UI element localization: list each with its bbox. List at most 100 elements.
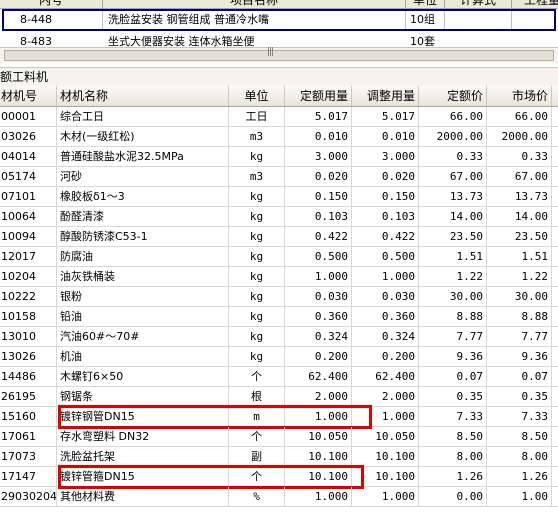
adjusted-qty-cell[interactable]: 1.000 (352, 407, 419, 426)
table-row[interactable]: 10222 银粉 kg 0.030 0.030 30.00 30.00 (0, 287, 558, 307)
market-price-cell[interactable]: 1.22 (487, 267, 552, 286)
market-price-cell[interactable]: 0.07 (487, 367, 552, 386)
market-price-cell[interactable]: 23.50 (487, 227, 552, 246)
col-header-unit[interactable]: 单位 (406, 0, 444, 8)
market-price-cell[interactable]: 8.00 (487, 447, 552, 466)
adjusted-qty-cell[interactable]: 1.000 (352, 267, 419, 286)
quota-qty-cell[interactable]: 1.000 (285, 487, 352, 506)
material-code-cell[interactable]: 14486 (0, 367, 57, 386)
material-unit-cell[interactable]: kg (229, 207, 285, 226)
table-row[interactable]: 12017 防腐油 kg 0.500 0.500 1.51 1.51 (0, 247, 558, 267)
material-name-cell[interactable]: 橡胶板δ1～3 (57, 187, 229, 206)
adjusted-qty-cell[interactable]: 62.400 (352, 367, 419, 386)
quota-qty-cell[interactable]: 0.200 (285, 347, 352, 366)
scrollbar-thumb[interactable]: ||| (4, 47, 554, 61)
material-unit-cell[interactable]: kg (229, 147, 285, 166)
material-code-cell[interactable]: 17073 (0, 447, 57, 466)
material-name-cell[interactable]: 其他材料费 (57, 487, 229, 506)
table-row[interactable]: 00001 综合工日 工日 5.017 5.017 66.00 66.00 (0, 107, 558, 127)
material-name-cell[interactable]: 防腐油 (57, 247, 229, 266)
material-unit-cell[interactable]: kg (229, 227, 285, 246)
item-row-selected[interactable]: 8-448 洗脸盆安装 钢管组成 普通冷水嘴 10组 (2, 9, 556, 31)
quota-price-cell[interactable]: 23.50 (419, 227, 487, 246)
quota-price-cell[interactable]: 13.73 (419, 187, 487, 206)
adjusted-qty-cell[interactable]: 0.020 (352, 167, 419, 186)
quota-price-cell[interactable]: 0.07 (419, 367, 487, 386)
adjusted-qty-cell[interactable]: 5.017 (352, 107, 419, 126)
quota-qty-cell[interactable]: 0.422 (285, 227, 352, 246)
material-unit-cell[interactable]: 副 (229, 447, 285, 466)
material-code-cell[interactable]: 07101 (0, 187, 57, 206)
quota-price-cell[interactable]: 14.00 (419, 207, 487, 226)
material-name-cell[interactable]: 镀锌管箍DN15 (57, 467, 229, 486)
market-price-cell[interactable]: 0.35 (487, 387, 552, 406)
quota-qty-cell[interactable]: 0.500 (285, 247, 352, 266)
material-name-cell[interactable]: 综合工日 (57, 107, 229, 126)
quota-price-cell[interactable]: 67.00 (419, 167, 487, 186)
quota-qty-cell[interactable]: 1.000 (285, 267, 352, 286)
quota-qty-cell[interactable]: 0.010 (285, 127, 352, 146)
material-code-cell[interactable]: 10222 (0, 287, 57, 306)
quota-price-cell[interactable]: 30.00 (419, 287, 487, 306)
col-header-quota-qty[interactable]: 定额用量 (285, 86, 352, 106)
material-unit-cell[interactable]: 根 (229, 387, 285, 406)
material-unit-cell[interactable]: 个 (229, 467, 285, 486)
col-header-market-price[interactable]: 市场价 (487, 86, 552, 106)
material-name-cell[interactable]: 油灰铁桶装 (57, 267, 229, 286)
market-price-cell[interactable]: 7.77 (487, 327, 552, 346)
table-row[interactable]: 290302040其他材料费%1.0001.0000.001.00 (0, 487, 558, 507)
adjusted-qty-cell[interactable]: 0.030 (352, 287, 419, 306)
adjusted-qty-cell[interactable]: 0.103 (352, 207, 419, 226)
material-unit-cell[interactable]: kg (229, 307, 285, 326)
col-header-item-name[interactable]: 项目名称 (103, 0, 405, 8)
table-row[interactable]: 17061 存水弯塑料 DN32 个 10.050 10.050 8.50 8.50 (0, 427, 558, 447)
quota-price-cell[interactable]: 7.33 (419, 407, 487, 426)
market-price-cell[interactable]: 30.00 (487, 287, 552, 306)
material-name-cell[interactable]: 银粉 (57, 287, 229, 306)
material-name-cell[interactable]: 铅油 (57, 307, 229, 326)
adjusted-qty-cell[interactable]: 0.422 (352, 227, 419, 246)
material-name-cell[interactable]: 洗脸盆托架 (57, 447, 229, 466)
table-row[interactable]: 13026 机油 kg 0.200 0.200 9.36 9.36 (0, 347, 558, 367)
quota-qty-cell[interactable]: 2.000 (285, 387, 352, 406)
adjusted-qty-cell[interactable]: 10.050 (352, 427, 419, 446)
market-price-cell[interactable]: 8.88 (487, 307, 552, 326)
table-row[interactable]: 10204 油灰铁桶装 kg 1.000 1.000 1.22 1.22 (0, 267, 558, 287)
table-row[interactable]: 03026 木材(一级红松) m3 0.010 0.010 2000.00 2000.00 (0, 127, 558, 147)
material-unit-cell[interactable]: kg (229, 267, 285, 286)
quota-price-cell[interactable]: 0.33 (419, 147, 487, 166)
market-price-cell[interactable]: 66.00 (487, 107, 552, 126)
material-code-cell[interactable]: 10094 (0, 227, 57, 246)
material-code-cell[interactable]: 13010 (0, 327, 57, 346)
table-row[interactable]: 17073 洗脸盆托架副 10.100 10.100 8.00 8.00 (0, 447, 558, 467)
market-price-cell[interactable]: 2000.00 (487, 127, 552, 146)
material-code-cell[interactable]: 10064 (0, 207, 57, 226)
market-price-cell[interactable]: 7.33 (487, 407, 552, 426)
material-code-cell[interactable]: 26195 (0, 387, 57, 406)
material-name-cell[interactable]: 镀锌钢管DN15 (57, 407, 229, 426)
material-name-cell[interactable]: 河砂 (57, 167, 229, 186)
market-price-cell[interactable]: 9.36 (487, 347, 552, 366)
quota-price-cell[interactable]: 2000.00 (419, 127, 487, 146)
table-row[interactable]: 10094 醇酸防锈漆C53-1 kg 0.422 0.422 23.50 23.50 (0, 227, 558, 247)
col-header-unit[interactable]: 单位 (229, 86, 285, 106)
quota-qty-cell[interactable]: 3.000 (285, 147, 352, 166)
quota-price-cell[interactable]: 8.00 (419, 447, 487, 466)
quota-price-cell[interactable]: 7.77 (419, 327, 487, 346)
col-header-quota-price[interactable]: 定额价 (419, 86, 487, 106)
material-code-cell[interactable]: 290302040 (0, 487, 57, 506)
quota-price-cell[interactable]: 1.22 (419, 267, 487, 286)
col-header-code[interactable]: 材机号 (0, 86, 57, 106)
market-price-cell[interactable]: 13.73 (487, 187, 552, 206)
material-unit-cell[interactable]: kg (229, 327, 285, 346)
quota-price-cell[interactable]: 9.36 (419, 347, 487, 366)
market-price-cell[interactable]: 8.50 (487, 427, 552, 446)
item-row[interactable]: 8-483 坐式大便器安装 连体水箱坐便 10套 (2, 33, 556, 47)
material-unit-cell[interactable]: m3 (229, 127, 285, 146)
material-unit-cell[interactable]: 个 (229, 427, 285, 446)
adjusted-qty-cell[interactable]: 10.100 (352, 447, 419, 466)
material-name-cell[interactable]: 木螺钉6×50 (57, 367, 229, 386)
material-name-cell[interactable]: 机油 (57, 347, 229, 366)
table-row[interactable]: 07101 橡胶板δ1～3 kg 0.150 0.150 13.73 13.73 (0, 187, 558, 207)
material-name-cell[interactable]: 醇酸防锈漆C53-1 (57, 227, 229, 246)
